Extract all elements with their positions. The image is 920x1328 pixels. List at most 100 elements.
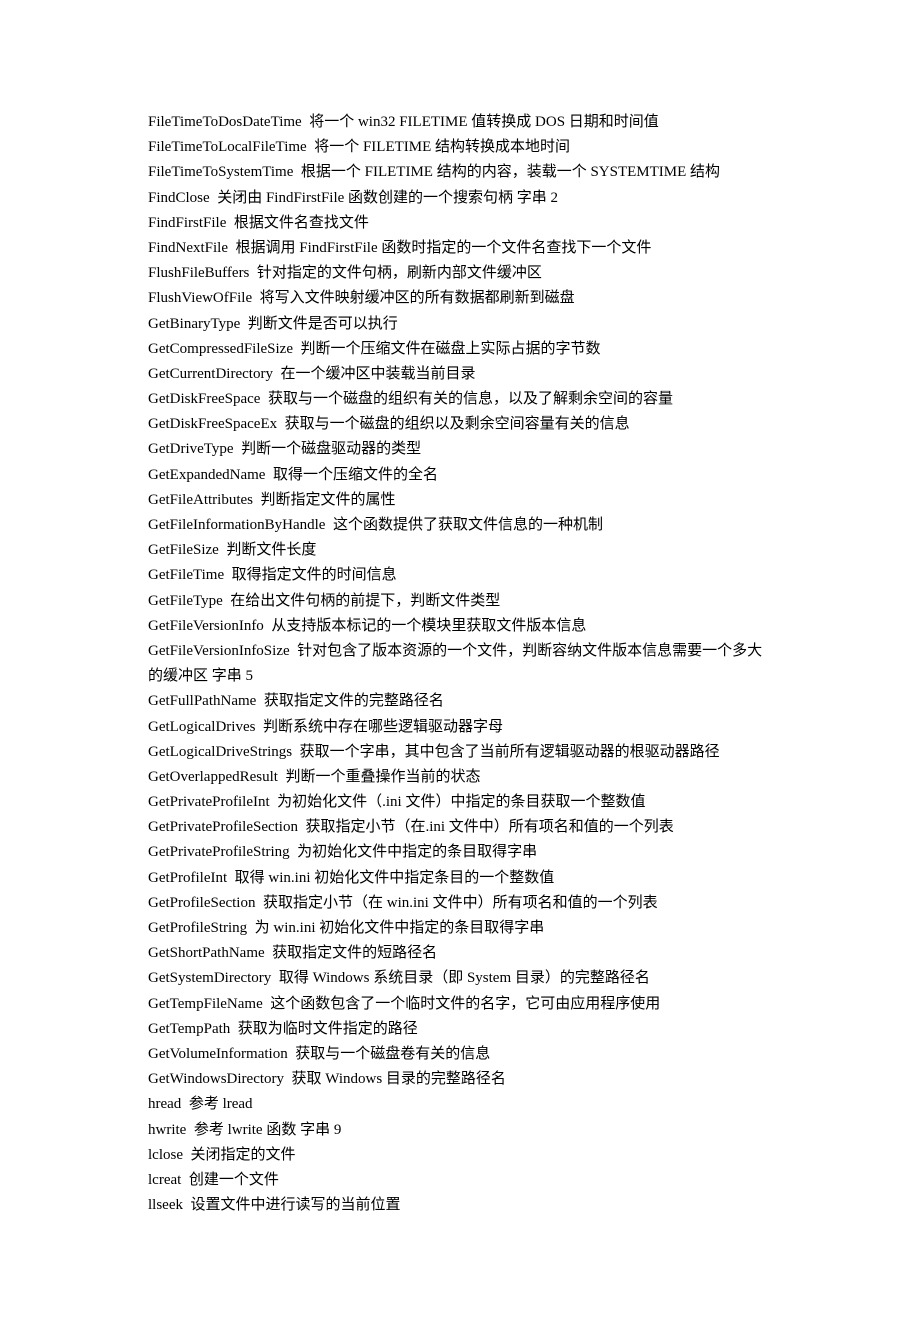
- function-description: 获取指定文件的完整路径名: [260, 693, 444, 709]
- api-entry: GetOverlappedResult 判断一个重叠操作当前的状态: [148, 765, 770, 790]
- function-description: 根据调用 FindFirstFile 函数时指定的一个文件名查找下一个文件: [232, 240, 652, 256]
- function-name: GetFileSize: [148, 542, 223, 558]
- api-entry: GetFileVersionInfoSize 针对包含了版本资源的一个文件，判断…: [148, 639, 770, 689]
- function-description: 根据文件名查找文件: [230, 215, 369, 231]
- function-name: GetFullPathName: [148, 693, 260, 709]
- function-description: 判断一个磁盘驱动器的类型: [237, 441, 421, 457]
- function-description: 取得指定文件的时间信息: [228, 567, 397, 583]
- api-entry: GetFileSize 判断文件长度: [148, 538, 770, 563]
- function-description: 判断文件长度: [223, 542, 317, 558]
- function-description: 将写入文件映射缓冲区的所有数据都刷新到磁盘: [256, 290, 575, 306]
- function-description: 判断指定文件的属性: [257, 492, 396, 508]
- api-entry: GetDriveType 判断一个磁盘驱动器的类型: [148, 437, 770, 462]
- function-description: 将一个 win32 FILETIME 值转换成 DOS 日期和时间值: [305, 114, 658, 130]
- function-description: 取得 Windows 系统目录（即 System 目录）的完整路径名: [275, 970, 650, 986]
- api-entry: GetBinaryType 判断文件是否可以执行: [148, 312, 770, 337]
- api-entry: FindNextFile 根据调用 FindFirstFile 函数时指定的一个…: [148, 236, 770, 261]
- function-name: GetBinaryType: [148, 316, 244, 332]
- function-name: GetPrivateProfileInt: [148, 794, 273, 810]
- function-name: GetShortPathName: [148, 945, 268, 961]
- api-entry: GetProfileInt 取得 win.ini 初始化文件中指定条目的一个整数…: [148, 866, 770, 891]
- function-name: FileTimeToSystemTime: [148, 164, 297, 180]
- function-description: 这个函数包含了一个临时文件的名字，它可由应用程序使用: [267, 996, 661, 1012]
- function-description: 取得 win.ini 初始化文件中指定条目的一个整数值: [231, 870, 554, 886]
- api-entry: GetPrivateProfileString 为初始化文件中指定的条目取得字串: [148, 840, 770, 865]
- api-entry: GetFileInformationByHandle 这个函数提供了获取文件信息…: [148, 513, 770, 538]
- api-entry: GetCompressedFileSize 判断一个压缩文件在磁盘上实际占据的字…: [148, 337, 770, 362]
- function-description: 判断系统中存在哪些逻辑驱动器字母: [259, 719, 503, 735]
- function-name: GetDriveType: [148, 441, 237, 457]
- api-entry: FlushFileBuffers 针对指定的文件句柄，刷新内部文件缓冲区: [148, 261, 770, 286]
- function-description: 获取与一个磁盘的组织以及剩余空间容量有关的信息: [281, 416, 630, 432]
- function-description: 为初始化文件（.ini 文件）中指定的条目获取一个整数值: [273, 794, 645, 810]
- function-name: GetFileVersionInfoSize: [148, 643, 293, 659]
- api-entry: lcreat 创建一个文件: [148, 1168, 770, 1193]
- function-name: lclose: [148, 1147, 187, 1163]
- function-name: GetTempPath: [148, 1021, 234, 1037]
- function-name: FileTimeToDosDateTime: [148, 114, 305, 130]
- function-description: 获取 Windows 目录的完整路径名: [288, 1071, 506, 1087]
- api-entry: GetVolumeInformation 获取与一个磁盘卷有关的信息: [148, 1042, 770, 1067]
- function-name: GetPrivateProfileSection: [148, 819, 302, 835]
- api-entry: GetDiskFreeSpace 获取与一个磁盘的组织有关的信息，以及了解剩余空…: [148, 387, 770, 412]
- function-name: GetProfileString: [148, 920, 251, 936]
- function-name: GetDiskFreeSpaceEx: [148, 416, 281, 432]
- api-entry: GetTempFileName 这个函数包含了一个临时文件的名字，它可由应用程序…: [148, 992, 770, 1017]
- api-entry: FlushViewOfFile 将写入文件映射缓冲区的所有数据都刷新到磁盘: [148, 286, 770, 311]
- function-description: 将一个 FILETIME 结构转换成本地时间: [310, 139, 570, 155]
- function-name: FindNextFile: [148, 240, 232, 256]
- function-name: GetTempFileName: [148, 996, 267, 1012]
- function-description: 针对指定的文件句柄，刷新内部文件缓冲区: [253, 265, 542, 281]
- api-entry: GetProfileString 为 win.ini 初始化文件中指定的条目取得…: [148, 916, 770, 941]
- api-entry: GetPrivateProfileSection 获取指定小节（在.ini 文件…: [148, 815, 770, 840]
- api-entry: lclose 关闭指定的文件: [148, 1143, 770, 1168]
- function-name: GetFileVersionInfo: [148, 618, 268, 634]
- function-name: GetVolumeInformation: [148, 1046, 291, 1062]
- function-description: 从支持版本标记的一个模块里获取文件版本信息: [268, 618, 587, 634]
- function-name: FlushFileBuffers: [148, 265, 253, 281]
- api-entry: hread 参考 lread: [148, 1092, 770, 1117]
- api-entry: GetCurrentDirectory 在一个缓冲区中装载当前目录: [148, 362, 770, 387]
- function-description: 获取一个字串，其中包含了当前所有逻辑驱动器的根驱动器路径: [296, 744, 720, 760]
- function-name: hwrite: [148, 1122, 190, 1138]
- function-name: FileTimeToLocalFileTime: [148, 139, 310, 155]
- function-description: 参考 lwrite 函数 字串 9: [190, 1122, 341, 1138]
- function-description: 设置文件中进行读写的当前位置: [187, 1197, 401, 1213]
- function-description: 为 win.ini 初始化文件中指定的条目取得字串: [251, 920, 544, 936]
- function-name: GetOverlappedResult: [148, 769, 282, 785]
- api-entry: FindClose 关闭由 FindFirstFile 函数创建的一个搜索句柄 …: [148, 186, 770, 211]
- api-entry: GetShortPathName 获取指定文件的短路径名: [148, 941, 770, 966]
- function-description: 获取为临时文件指定的路径: [234, 1021, 418, 1037]
- function-name: GetDiskFreeSpace: [148, 391, 264, 407]
- function-description: 创建一个文件: [185, 1172, 279, 1188]
- api-entry: GetLogicalDriveStrings 获取一个字串，其中包含了当前所有逻…: [148, 740, 770, 765]
- api-entry: FileTimeToLocalFileTime 将一个 FILETIME 结构转…: [148, 135, 770, 160]
- function-description: 关闭由 FindFirstFile 函数创建的一个搜索句柄 字串 2: [213, 190, 558, 206]
- function-description: 获取与一个磁盘的组织有关的信息，以及了解剩余空间的容量: [264, 391, 673, 407]
- function-name: GetFileAttributes: [148, 492, 257, 508]
- function-description: 关闭指定的文件: [187, 1147, 296, 1163]
- api-entry: GetFileTime 取得指定文件的时间信息: [148, 563, 770, 588]
- function-name: hread: [148, 1096, 185, 1112]
- function-name: GetLogicalDrives: [148, 719, 259, 735]
- function-name: GetFileInformationByHandle: [148, 517, 329, 533]
- function-description: 判断一个重叠操作当前的状态: [282, 769, 481, 785]
- function-description: 根据一个 FILETIME 结构的内容，装载一个 SYSTEMTIME 结构: [297, 164, 720, 180]
- function-description: 参考 lread: [185, 1096, 252, 1112]
- function-description: 判断文件是否可以执行: [244, 316, 398, 332]
- api-entry: GetDiskFreeSpaceEx 获取与一个磁盘的组织以及剩余空间容量有关的…: [148, 412, 770, 437]
- function-description: 这个函数提供了获取文件信息的一种机制: [329, 517, 603, 533]
- function-name: GetSystemDirectory: [148, 970, 275, 986]
- api-entry: GetFileVersionInfo 从支持版本标记的一个模块里获取文件版本信息: [148, 614, 770, 639]
- api-entry: hwrite 参考 lwrite 函数 字串 9: [148, 1118, 770, 1143]
- function-description: 在一个缓冲区中装载当前目录: [277, 366, 476, 382]
- function-description: 获取与一个磁盘卷有关的信息: [291, 1046, 490, 1062]
- api-entry: GetPrivateProfileInt 为初始化文件（.ini 文件）中指定的…: [148, 790, 770, 815]
- function-name: GetPrivateProfileString: [148, 844, 293, 860]
- api-entry: GetSystemDirectory 取得 Windows 系统目录（即 Sys…: [148, 966, 770, 991]
- function-name: GetCurrentDirectory: [148, 366, 277, 382]
- api-entry: GetExpandedName 取得一个压缩文件的全名: [148, 463, 770, 488]
- function-name: GetProfileSection: [148, 895, 259, 911]
- api-entry: llseek 设置文件中进行读写的当前位置: [148, 1193, 770, 1218]
- api-entry: GetFullPathName 获取指定文件的完整路径名: [148, 689, 770, 714]
